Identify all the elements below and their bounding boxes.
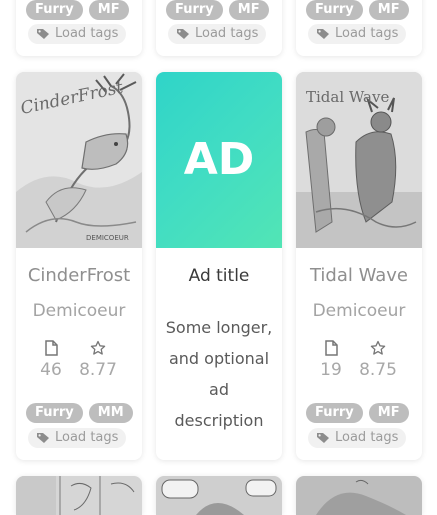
comic-cover-image[interactable]: CinderFrost DEMICOEUR <box>16 72 142 248</box>
tag-chip[interactable]: MF <box>88 0 129 20</box>
ad-banner[interactable]: AD <box>156 72 282 248</box>
tag-chip[interactable]: Furry <box>26 403 83 423</box>
comic-cover-image[interactable] <box>16 476 142 515</box>
rating-value: 8.77 <box>79 360 117 380</box>
comic-title[interactable]: CinderFrost <box>16 265 142 286</box>
load-tags-label: Load tags <box>55 26 119 41</box>
load-tags-label: Load tags <box>55 430 119 445</box>
load-tags-button[interactable]: Load tags <box>28 24 127 44</box>
load-tags-button[interactable]: Load tags <box>28 428 127 448</box>
tag-chip[interactable]: Furry <box>306 0 363 20</box>
tag-chip[interactable]: Furry <box>166 0 223 20</box>
tag-chip[interactable]: MF <box>368 0 409 20</box>
comic-card-cinderfrost[interactable]: CinderFrost DEMICOEUR CinderFrost Demico… <box>16 72 142 460</box>
tag-list: Furry MM <box>26 403 133 423</box>
load-tags-button[interactable]: Load tags <box>308 24 407 44</box>
tag-list: Furry MF <box>26 0 129 20</box>
comic-card-top-2[interactable]: Furry MF Load tags <box>156 0 282 56</box>
tag-icon <box>317 29 329 39</box>
comic-cover-image[interactable] <box>156 476 282 515</box>
tag-list: Furry MF <box>306 403 409 423</box>
tag-chip[interactable]: Furry <box>306 403 363 423</box>
load-tags-button[interactable]: Load tags <box>168 24 267 44</box>
ad-title[interactable]: Ad title <box>156 266 282 286</box>
ad-description-line: Some longer, <box>165 318 273 337</box>
comic-card-bottom-3[interactable] <box>296 476 422 515</box>
cover-artwork: CinderFrost DEMICOEUR <box>16 72 142 248</box>
load-tags-label: Load tags <box>335 26 399 41</box>
tag-chip[interactable]: MF <box>228 0 269 20</box>
load-tags-label: Load tags <box>335 430 399 445</box>
cover-title-text: Tidal Wave <box>306 88 389 106</box>
tag-icon <box>317 433 329 443</box>
comic-author[interactable]: Demicoeur <box>16 301 142 321</box>
cover-signature: DEMICOEUR <box>86 234 129 242</box>
comic-card-top-3[interactable]: Furry MF Load tags <box>296 0 422 56</box>
comic-card-bottom-1[interactable] <box>16 476 142 515</box>
rating-value: 8.75 <box>359 360 397 380</box>
ad-description: Some longer, and optional ad description <box>160 312 278 436</box>
comic-card-tidal-wave[interactable]: Tidal Wave Tidal Wave Demicoeur 19 8.75 … <box>296 72 422 460</box>
tag-chip[interactable]: MF <box>368 403 409 423</box>
tag-list: Furry MF <box>306 0 409 20</box>
document-icon <box>44 340 58 356</box>
ad-card[interactable]: AD Ad title Some longer, and optional ad… <box>156 72 282 460</box>
tag-icon <box>177 29 189 39</box>
tag-icon <box>37 433 49 443</box>
comic-cover-image[interactable] <box>296 476 422 515</box>
comic-author[interactable]: Demicoeur <box>296 301 422 321</box>
document-icon <box>324 340 338 356</box>
rating: 8.77 <box>68 340 128 380</box>
ad-description-line: description <box>174 411 264 430</box>
star-icon <box>370 340 386 355</box>
tag-chip[interactable]: MM <box>88 403 133 423</box>
rating: 8.75 <box>348 340 408 380</box>
comic-title[interactable]: Tidal Wave <box>296 265 422 286</box>
ad-description-line: and optional <box>168 349 270 368</box>
tag-list: Furry MF <box>166 0 269 20</box>
tag-chip[interactable]: Furry <box>26 0 83 20</box>
comic-card-bottom-2[interactable] <box>156 476 282 515</box>
load-tags-label: Load tags <box>195 26 259 41</box>
comic-cover-image[interactable]: Tidal Wave <box>296 72 422 248</box>
tag-icon <box>37 29 49 39</box>
load-tags-button[interactable]: Load tags <box>308 428 407 448</box>
ad-description-line: ad <box>209 380 229 399</box>
cover-artwork: Tidal Wave <box>296 72 422 248</box>
star-icon <box>90 340 106 355</box>
comic-card-top-1[interactable]: Furry MF Load tags <box>16 0 142 56</box>
